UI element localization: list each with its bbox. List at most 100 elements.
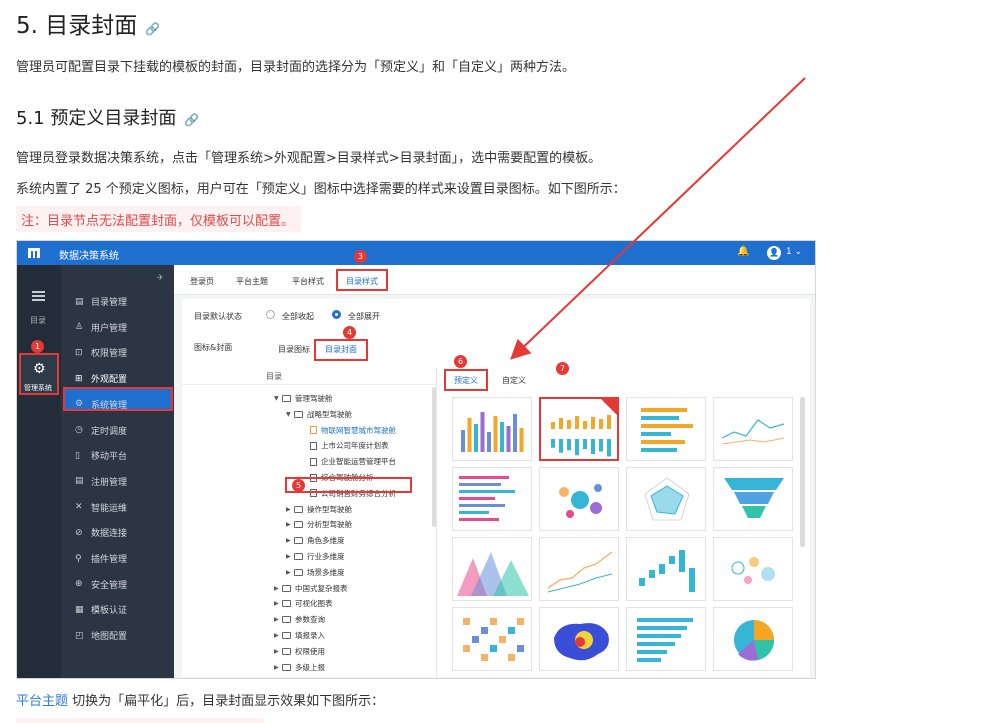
sidebar-item[interactable]: ⚙ 系统管理	[75, 398, 127, 411]
sidebar-item[interactable]: ♙ 用户管理	[75, 321, 127, 334]
directory-menu-icon[interactable]	[32, 291, 45, 301]
cover-thumbnail[interactable]	[452, 537, 532, 601]
sidebar-item[interactable]: ▤ 目录管理	[75, 295, 127, 309]
pin-icon[interactable]: ✈	[157, 273, 164, 282]
sidebar-item[interactable]: ◰ 地图配置	[75, 629, 128, 643]
sidebar-item-label: 系统管理	[91, 400, 128, 411]
sidebar-item-label: 定时调度	[91, 426, 128, 437]
tree-node[interactable]: ▶ 分析型驾驶舱	[286, 519, 352, 530]
tree-node[interactable]: ▶ 权限使用	[274, 646, 325, 657]
anchor-link-icon[interactable]: 🔗	[184, 113, 199, 127]
rail-management-system[interactable]: ⚙ 管理系统	[19, 353, 59, 395]
caret-down-icon[interactable]: ▼	[286, 411, 294, 418]
cover-thumbnail[interactable]	[452, 397, 532, 461]
sidebar-item[interactable]: ⊘ 数据连接	[75, 526, 127, 540]
radar-chart-icon	[644, 477, 690, 521]
cover-thumbnail[interactable]	[626, 467, 706, 531]
tree-node[interactable]: 上市公司年度计划表	[302, 440, 389, 451]
cover-thumbnail[interactable]	[626, 397, 706, 461]
bell-icon[interactable]: 🔔	[737, 246, 749, 257]
radio-collapse-all[interactable]	[266, 310, 275, 319]
sidebar-item-icon: ◰	[75, 630, 84, 641]
tree-node[interactable]: ▶ 场景多维度	[286, 567, 345, 578]
cover-scrollbar[interactable]	[800, 397, 805, 547]
sidebar-item-icon: ⊕	[75, 579, 83, 590]
caret-right-icon[interactable]: ▶	[274, 616, 282, 623]
radio-expand-label: 全部展开	[348, 312, 380, 321]
cover-thumbnail[interactable]	[626, 607, 706, 671]
platform-theme-link[interactable]: 平台主题	[16, 694, 68, 709]
folder-icon	[294, 568, 303, 576]
tree-node[interactable]: ▶ 角色多维度	[286, 535, 345, 546]
caret-right-icon[interactable]: ▶	[286, 506, 294, 513]
sidebar-item-label: 地图配置	[91, 632, 128, 643]
tree-node[interactable]: 企业智能运营管理平台	[302, 456, 396, 467]
cover-picker: 预定义 自定义 6 7	[444, 355, 810, 677]
radio-expand-all[interactable]	[332, 310, 341, 319]
folder-icon	[282, 584, 291, 592]
tab-login-page[interactable]: 登录页	[190, 276, 214, 287]
rising-line-chart-icon	[547, 551, 613, 593]
caret-right-icon[interactable]: ▶	[274, 600, 282, 607]
step-badge-1: 1	[31, 340, 44, 353]
sidebar-item-icon: ▤	[75, 296, 84, 307]
tab-platform-theme[interactable]: 平台主题	[236, 276, 268, 287]
cover-thumbnail[interactable]	[539, 537, 619, 601]
avatar[interactable]: 👤	[767, 246, 781, 260]
caret-down-icon[interactable]: ▼	[274, 395, 282, 402]
cover-thumbnail[interactable]	[626, 537, 706, 601]
tree-node[interactable]: ▶ 行业多维度	[286, 551, 345, 562]
tree-node[interactable]: ▶ 参数查询	[274, 614, 325, 625]
sidebar-item-label: 注册管理	[91, 477, 128, 488]
sidebar-item[interactable]: ✕ 智能运维	[75, 501, 127, 514]
anchor-link-icon[interactable]: 🔗	[145, 22, 160, 36]
tree-node[interactable]: ▼ 战略型驾驶舱	[286, 409, 352, 420]
caret-right-icon[interactable]: ▶	[274, 585, 282, 592]
sidebar-item-icon: ⊞	[75, 373, 83, 384]
sidebar-item[interactable]: ▦ 模板认证	[75, 603, 127, 617]
cover-thumbnail[interactable]	[713, 537, 793, 601]
caret-right-icon[interactable]: ▶	[274, 648, 282, 655]
tree-node[interactable]: ▶ 可视化图表	[274, 598, 333, 609]
cover-thumbnail[interactable]	[539, 397, 619, 461]
step-badge-4: 4	[343, 326, 356, 339]
cover-thumbnail[interactable]	[452, 467, 532, 531]
sidebar-item[interactable]: ⊕ 安全管理	[75, 578, 127, 591]
tree-node-label: 权限使用	[295, 646, 325, 656]
user-menu[interactable]: 1 ⌄	[786, 247, 802, 257]
selected-check-icon	[601, 399, 617, 415]
file-icon	[310, 426, 317, 435]
tree-scrollbar[interactable]	[432, 387, 436, 527]
caret-right-icon[interactable]: ▶	[286, 569, 294, 576]
cover-thumbnail[interactable]	[713, 467, 793, 531]
cover-thumbnail[interactable]	[539, 607, 619, 671]
sidebar-item[interactable]: ⚲ 插件管理	[75, 552, 127, 566]
caret-right-icon[interactable]: ▶	[286, 537, 294, 544]
sidebar-item[interactable]: ⊞ 外观配置	[75, 372, 127, 386]
cover-thumbnail[interactable]	[539, 467, 619, 531]
main-area: 登录页 平台主题 平台样式 目录样式 目录默认状态 全部收起 全部展开 图标&封…	[174, 265, 815, 678]
waterfall-chart-icon	[639, 550, 695, 592]
sidebar-item[interactable]: ◷ 定时调度	[75, 424, 127, 437]
caret-right-icon[interactable]: ▶	[286, 521, 294, 528]
sidebar-item[interactable]: ⊡ 权限管理	[75, 346, 127, 360]
tree-node[interactable]: ▼ 管理驾驶舱	[274, 393, 333, 404]
tree-node[interactable]: ▶ 填报录入	[274, 630, 325, 641]
caret-right-icon[interactable]: ▶	[274, 632, 282, 639]
sidebar-item[interactable]: ▯ 移动平台	[75, 449, 127, 463]
tree-node[interactable]: ▶ 多级上报	[274, 662, 325, 673]
sidebar-item[interactable]: ▤ 注册管理	[75, 475, 127, 488]
tree-node[interactable]: 物联网智慧城市驾驶舱	[302, 425, 396, 436]
tab-custom[interactable]: 自定义	[502, 375, 526, 386]
subtab-directory-icon[interactable]: 目录图标	[278, 344, 310, 355]
tab-platform-style[interactable]: 平台样式	[292, 276, 324, 287]
cover-thumbnail[interactable]	[713, 607, 793, 671]
rail-directory-label[interactable]: 目录	[30, 315, 46, 326]
cover-thumbnail[interactable]	[713, 397, 793, 461]
tree-node[interactable]: ▶ 操作型驾驶舱	[286, 504, 352, 515]
cover-thumbnail[interactable]	[452, 607, 532, 671]
folder-icon	[294, 505, 303, 513]
tree-node[interactable]: ▶ 中国式复杂报表	[274, 583, 348, 594]
caret-right-icon[interactable]: ▶	[274, 664, 282, 671]
caret-right-icon[interactable]: ▶	[286, 553, 294, 560]
